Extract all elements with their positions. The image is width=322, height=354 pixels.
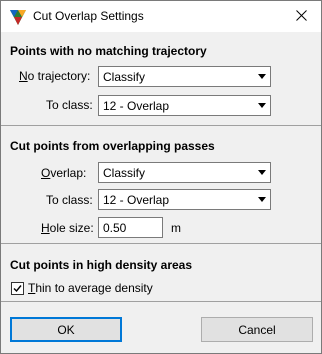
dialog-window: Cut Overlap Settings Points with no matc…: [0, 0, 322, 354]
hole-size-input[interactable]: 0.50: [98, 217, 163, 238]
close-button[interactable]: [281, 1, 321, 32]
ok-button-label: OK: [57, 322, 75, 337]
section-high-density: Cut points in high density areas Thin to…: [1, 243, 321, 302]
checkmark-icon: [13, 282, 22, 296]
overlap-dropdown[interactable]: Classify: [98, 162, 271, 183]
section-overlapping-passes: Cut points from overlapping passes Overl…: [1, 125, 321, 244]
hole-size-label: Hole size:: [41, 221, 94, 235]
no-trajectory-label: No trajectory:: [19, 69, 91, 83]
overlap-value: Classify: [103, 166, 146, 180]
ok-button[interactable]: OK: [10, 317, 122, 342]
chevron-down-icon: [253, 190, 270, 209]
hole-size-unit: m: [171, 221, 181, 235]
section-title: Points with no matching trajectory: [10, 44, 207, 58]
close-icon: [295, 9, 307, 24]
section-title: Cut points from overlapping passes: [10, 139, 215, 153]
to-class-label: To class:: [46, 193, 93, 207]
to-class-label: To class:: [46, 98, 93, 112]
to-class-value: 12 - Overlap: [103, 193, 170, 207]
no-trajectory-value: Classify: [103, 70, 146, 84]
overlap-label: Overlap:: [41, 166, 87, 180]
to-class-value: 12 - Overlap: [103, 99, 170, 113]
app-logo-icon: [9, 8, 27, 26]
title-bar: Cut Overlap Settings: [1, 1, 321, 32]
cancel-button-label: Cancel: [238, 322, 276, 337]
window-title: Cut Overlap Settings: [33, 9, 144, 23]
to-class-dropdown[interactable]: 12 - Overlap: [98, 189, 271, 210]
no-trajectory-dropdown[interactable]: Classify: [98, 66, 271, 87]
chevron-down-icon: [253, 163, 270, 182]
button-bar: OK Cancel: [1, 301, 321, 354]
to-class-dropdown[interactable]: 12 - Overlap: [98, 95, 271, 116]
hole-size-value: 0.50: [103, 221, 127, 235]
cancel-button[interactable]: Cancel: [201, 317, 313, 342]
section-title: Cut points in high density areas: [10, 258, 193, 272]
chevron-down-icon: [253, 67, 270, 86]
thin-density-checkbox[interactable]: [11, 282, 24, 295]
section-no-matching-trajectory: Points with no matching trajectory No tr…: [1, 32, 321, 125]
thin-density-label[interactable]: Thin to average density: [28, 281, 153, 295]
chevron-down-icon: [253, 96, 270, 115]
